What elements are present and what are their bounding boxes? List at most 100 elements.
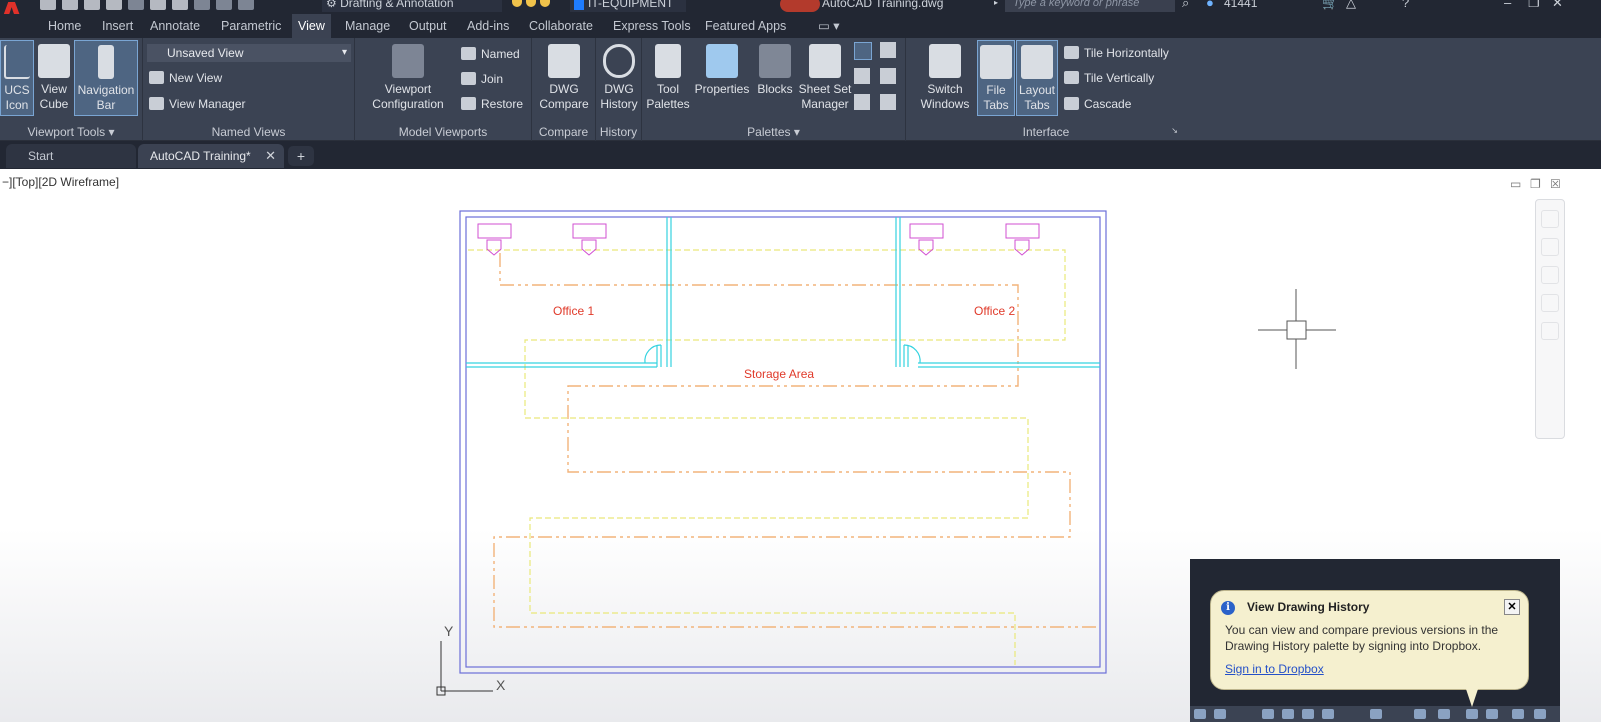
cascade-button[interactable]: Cascade: [1062, 94, 1131, 114]
tab-add-ins[interactable]: Add-ins: [461, 14, 515, 38]
close-tab-icon[interactable]: ✕: [265, 144, 276, 168]
panel-title-history: History: [599, 125, 638, 139]
help-icon[interactable]: ?: [1402, 0, 1409, 12]
switch-windows-button[interactable]: Switch Windows: [914, 40, 976, 116]
tab-annotate[interactable]: Annotate: [144, 14, 206, 38]
close-icon[interactable]: ✕: [1552, 0, 1563, 12]
file-tab-autocad-training[interactable]: AutoCAD Training* ✕: [138, 144, 284, 168]
polar-icon[interactable]: [1302, 709, 1314, 719]
quickcalc-icon[interactable]: [880, 68, 896, 84]
join-viewports-button[interactable]: Join: [459, 69, 503, 89]
new-view-button[interactable]: New View: [147, 68, 222, 88]
clean-screen-icon[interactable]: [1512, 709, 1524, 719]
dwg-history-button[interactable]: DWG History: [596, 40, 642, 116]
view-cube-button[interactable]: View Cube: [36, 40, 72, 116]
new-icon[interactable]: [40, 0, 56, 10]
help-search-input[interactable]: Type a keyword or phrase: [1005, 0, 1175, 12]
tab-express-tools[interactable]: Express Tools: [607, 14, 697, 38]
external-references-icon[interactable]: [854, 94, 870, 110]
command-line-toggle-icon[interactable]: [854, 42, 872, 60]
tab-manage[interactable]: Manage: [339, 14, 396, 38]
drawing-history-icon[interactable]: [1466, 709, 1478, 719]
minimize-icon[interactable]: –: [1504, 0, 1511, 12]
user-icon[interactable]: ●: [1206, 0, 1214, 12]
cursor-overlay: [780, 0, 820, 12]
tab-collaborate[interactable]: Collaborate: [523, 14, 599, 38]
panel-launcher-icon[interactable]: ↘: [1171, 126, 1178, 135]
tab-insert[interactable]: Insert: [96, 14, 139, 38]
tab-home[interactable]: Home: [42, 14, 87, 38]
save-icon[interactable]: [84, 0, 100, 10]
undo-icon[interactable]: [194, 0, 210, 10]
workspace-selector[interactable]: ⚙ Drafting & Annotation: [322, 0, 502, 12]
panel-title-palettes[interactable]: Palettes ▾: [642, 125, 905, 139]
ortho-icon[interactable]: [1282, 709, 1294, 719]
tile-horizontally-button[interactable]: Tile Horizontally: [1062, 43, 1169, 63]
file-tab-start[interactable]: Start: [6, 144, 136, 168]
restore-icon[interactable]: ❐: [1528, 0, 1540, 12]
snap-icon[interactable]: [1262, 709, 1274, 719]
tab-output[interactable]: Output: [403, 14, 453, 38]
info-icon: i: [1221, 601, 1235, 615]
autodesk-app-icon[interactable]: △: [1346, 0, 1356, 12]
dwg-compare-button[interactable]: DWG Compare: [534, 40, 594, 116]
new-tab-button[interactable]: +: [288, 146, 314, 166]
label: Windows: [920, 97, 970, 111]
hardware-acceleration-icon[interactable]: [1486, 709, 1498, 719]
properties-button[interactable]: Properties: [692, 40, 752, 116]
tab-parametric[interactable]: Parametric: [215, 14, 287, 38]
ucs-icon-button[interactable]: UCS Icon: [0, 40, 34, 116]
panel-title-model-viewports: Model Viewports: [398, 125, 488, 139]
label: Icon: [5, 98, 29, 112]
layout-tabs-button[interactable]: Layout Tabs: [1016, 40, 1058, 116]
design-center-icon[interactable]: [880, 42, 896, 58]
tab-featured-apps[interactable]: Featured Apps: [699, 14, 792, 38]
tool-palettes-button[interactable]: Tool Palettes: [646, 40, 690, 116]
panel-title-viewport-tools[interactable]: Viewport Tools ▾: [0, 125, 142, 139]
customization-icon[interactable]: [1534, 709, 1546, 719]
label: Palettes: [646, 97, 690, 111]
cart-icon[interactable]: 🛒: [1322, 0, 1338, 12]
layer-selector[interactable]: IT-EQUIPMENT: [570, 0, 686, 12]
markup-set-icon[interactable]: [854, 68, 870, 84]
view-manager-button[interactable]: View Manager: [147, 94, 246, 114]
named-viewports-button[interactable]: Named: [459, 44, 520, 64]
sheet-set-manager-button[interactable]: Sheet Set Manager: [797, 40, 853, 116]
open-web-icon[interactable]: [128, 0, 144, 10]
workspace-switch-icon[interactable]: [1414, 709, 1426, 719]
user-name[interactable]: 41441: [1224, 0, 1257, 12]
save-web-icon[interactable]: [150, 0, 166, 10]
file-tabs-button[interactable]: File Tabs: [977, 40, 1015, 116]
osnap-icon[interactable]: [1322, 709, 1334, 719]
blocks-icon: [759, 44, 791, 78]
navigation-bar-button[interactable]: Navigation Bar: [74, 40, 138, 116]
label: Properties: [694, 82, 750, 96]
annotation-scale-icon[interactable]: [1370, 709, 1382, 719]
search-expand-icon[interactable]: ▸: [994, 0, 998, 7]
blocks-button[interactable]: Blocks: [754, 40, 796, 116]
share-icon[interactable]: [238, 0, 254, 10]
plot-icon[interactable]: [172, 0, 188, 10]
restore-viewports-button[interactable]: Restore: [459, 94, 523, 114]
ribbon-display-toggle-icon[interactable]: ▭ ▾: [812, 14, 846, 38]
sign-in-dropbox-link[interactable]: Sign in to Dropbox: [1225, 662, 1324, 676]
model-space-icon[interactable]: [1194, 709, 1206, 719]
file-tab-label: AutoCAD Training*: [150, 149, 251, 163]
history-clock-icon: [603, 44, 635, 78]
save-as-icon[interactable]: [106, 0, 122, 10]
tile-vertically-button[interactable]: Tile Vertically: [1062, 68, 1154, 88]
label: Layout: [1018, 83, 1056, 97]
search-icon[interactable]: ⌕: [1182, 0, 1189, 12]
clipboard-icon[interactable]: [880, 94, 896, 110]
open-icon[interactable]: [62, 0, 78, 10]
isolate-objects-icon[interactable]: [1438, 709, 1450, 719]
viewport-configuration-button[interactable]: Viewport Configuration: [363, 40, 453, 116]
tab-view[interactable]: View: [292, 14, 331, 38]
label: DWG: [604, 82, 634, 96]
label: Switch: [927, 82, 963, 96]
redo-icon[interactable]: [216, 0, 232, 10]
named-view-dropdown[interactable]: Unsaved View: [147, 44, 351, 62]
grid-icon[interactable]: [1214, 709, 1226, 719]
notification-tail: [1466, 689, 1478, 707]
notification-close-button[interactable]: ✕: [1504, 599, 1520, 615]
